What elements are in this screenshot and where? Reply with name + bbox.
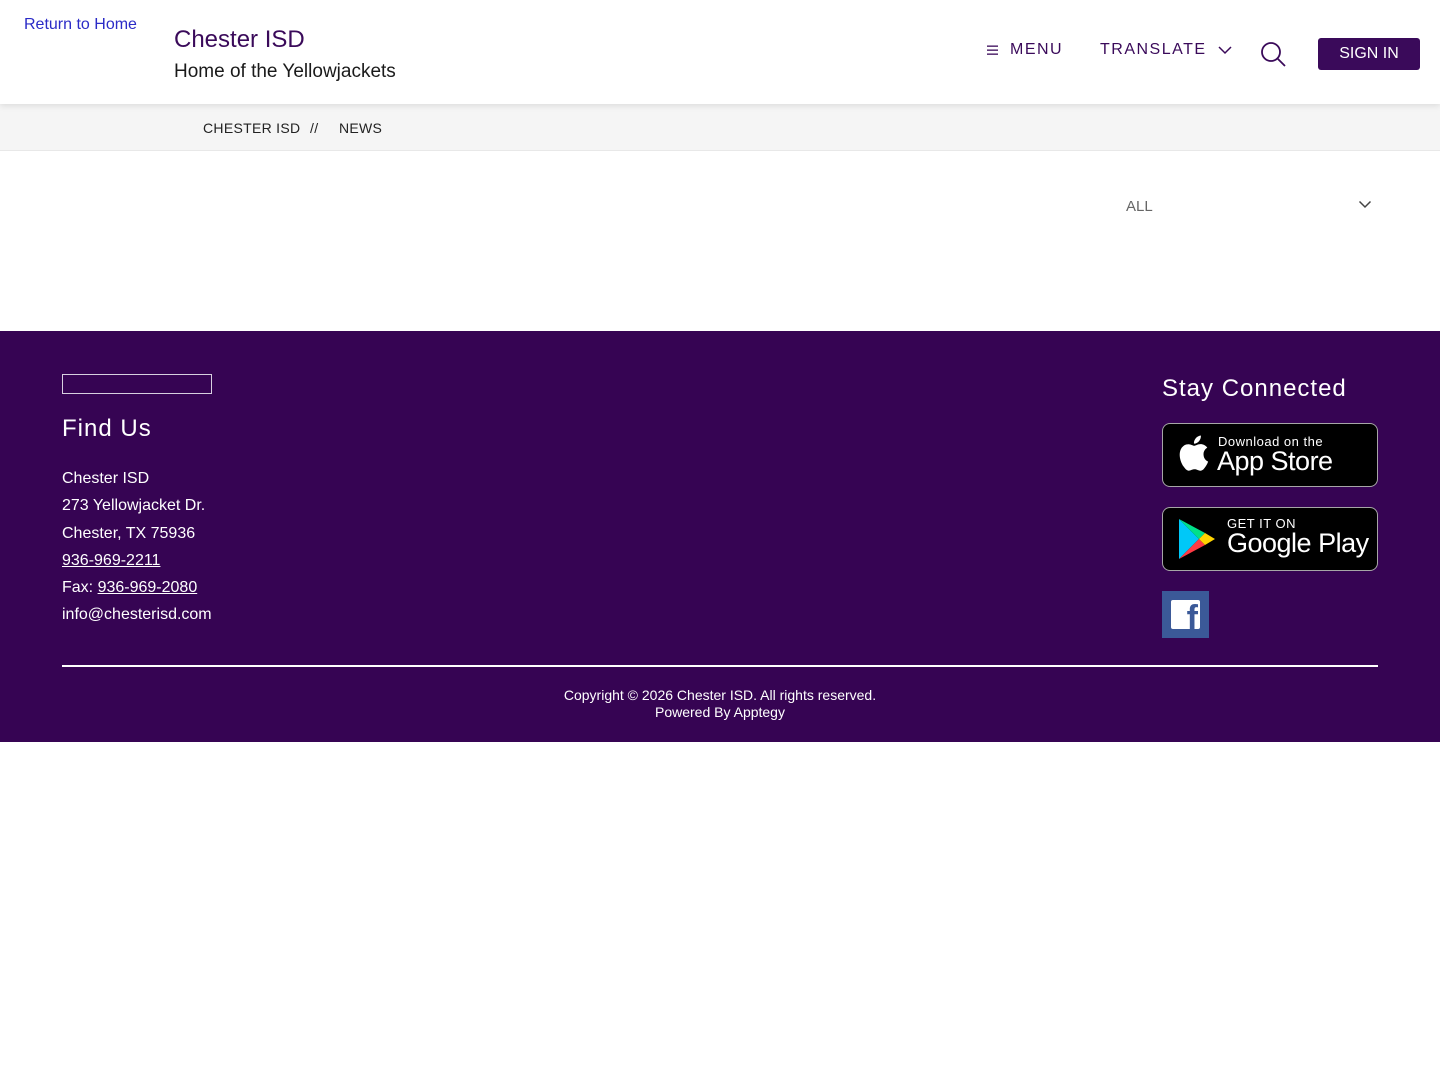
google-play-icon — [1179, 519, 1215, 559]
find-us-heading: Find Us — [62, 415, 152, 442]
fax-link[interactable]: 936-969-2080 — [98, 579, 198, 596]
copyright-block: Copyright © 2026 Chester ISD. All rights… — [0, 687, 1440, 721]
return-to-home-link[interactable]: Return to Home — [24, 16, 137, 34]
site-footer: Find Us Chester ISD 273 Yellowjacket Dr.… — [0, 331, 1440, 742]
breadcrumb: CHESTER ISD // NEWS — [0, 104, 1440, 151]
footer-divider — [62, 665, 1378, 667]
app-store-badge[interactable]: Download on the App Store — [1162, 423, 1378, 487]
site-header: Return to Home Chester ISD Home of the Y… — [0, 0, 1440, 104]
app-store-big-text: App Store — [1217, 446, 1333, 476]
return-to-home-alt-text: Return to Home — [24, 16, 137, 33]
translate-label: TRANSLATE — [1100, 41, 1207, 58]
google-play-big-text: Google Play — [1227, 528, 1369, 558]
copyright-text: Copyright © 2026 Chester ISD. All rights… — [563, 687, 877, 703]
breadcrumb-separator: // — [310, 120, 319, 136]
fax-label: Fax: — [62, 579, 94, 597]
sign-in-button[interactable]: SIGN IN — [1318, 38, 1420, 70]
chevron-down-icon — [1358, 200, 1372, 209]
translate-button[interactable]: TRANSLATE — [1100, 41, 1233, 59]
menu-button[interactable]: MENU — [986, 41, 1063, 59]
news-filter-dropdown[interactable]: ALL — [1126, 196, 1372, 220]
search-icon[interactable] — [1259, 40, 1287, 68]
stay-connected-heading: Stay Connected — [1162, 375, 1347, 402]
address-name: Chester ISD — [62, 470, 150, 487]
hamburger-icon — [987, 45, 998, 55]
breadcrumb-current: NEWS — [339, 120, 383, 136]
address-street: 273 Yellowjacket Dr. — [62, 497, 206, 515]
google-play-badge[interactable]: GET IT ON Google Play — [1162, 507, 1378, 571]
menu-label: MENU — [1010, 41, 1064, 58]
phone-link[interactable]: 936-969-2211 — [62, 552, 160, 569]
footer-logo-image — [62, 374, 212, 394]
email-text: info@chesterisd.com — [62, 606, 212, 624]
facebook-icon: f — [1171, 600, 1200, 629]
filter-selected-value: ALL — [1126, 198, 1153, 215]
site-title[interactable]: Chester ISD — [174, 26, 305, 54]
address-city: Chester, TX 75936 — [62, 524, 196, 542]
apple-icon — [1179, 435, 1209, 471]
chevron-down-icon — [1218, 46, 1232, 55]
facebook-link[interactable]: f — [1162, 591, 1209, 638]
breadcrumb-home-link[interactable]: CHESTER ISD — [203, 120, 300, 136]
site-subtitle: Home of the Yellowjackets — [174, 61, 396, 82]
contact-address: Chester ISD 273 Yellowjacket Dr. Chester… — [62, 465, 212, 629]
powered-by-text: Powered By Apptegy — [655, 704, 785, 720]
